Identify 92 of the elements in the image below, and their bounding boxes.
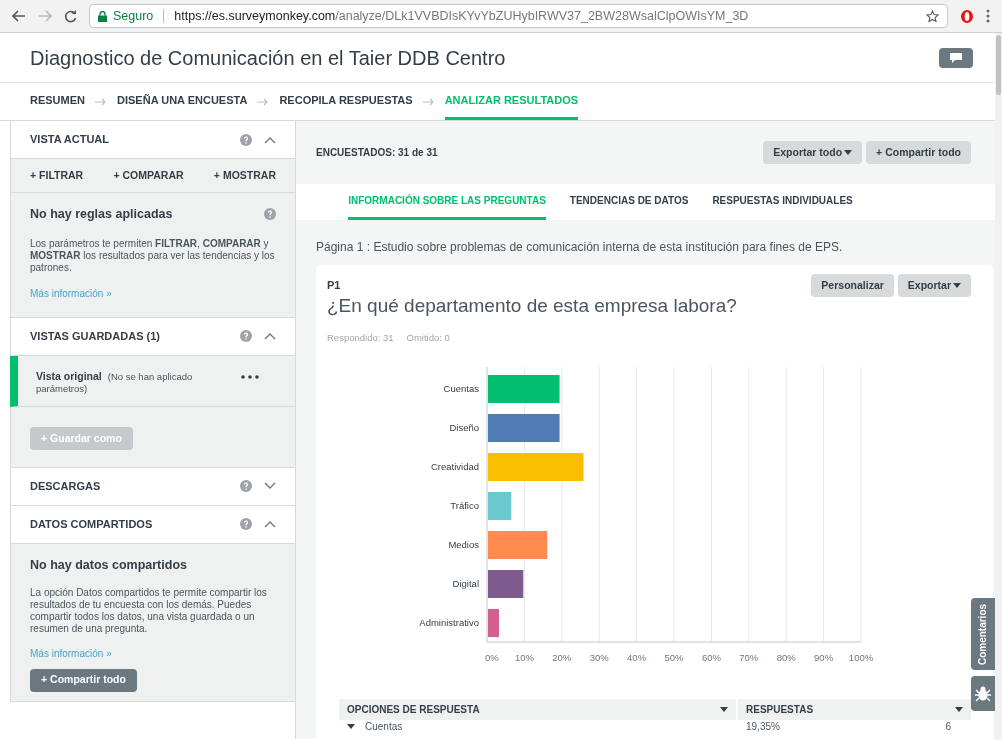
description-text: La opción Datos compartidos te permite compartir los resultados de tu encuesta con los demás. Puedes compartir todos los datos, una vista guardada o un resumen de una pregunta.	[30, 586, 268, 635]
arrow-icon	[422, 97, 435, 106]
bar[interactable]	[488, 374, 560, 403]
share-all-button[interactable]: + Compartir todo	[30, 668, 137, 692]
tick-label: 100%	[848, 651, 874, 663]
answered-count: Respondido: 31	[327, 330, 394, 345]
collapse-icon[interactable]	[264, 520, 276, 529]
bug-report-button[interactable]	[971, 676, 995, 711]
bar[interactable]	[488, 413, 560, 442]
tick-label: 40%	[627, 651, 647, 663]
arrow-icon	[257, 97, 270, 106]
sort-caret-icon[interactable]	[720, 706, 728, 712]
view-label: Vista original (No se han aplicado parámetros)	[36, 369, 194, 395]
tick-label: 10%	[514, 651, 534, 663]
reload-icon[interactable]	[64, 9, 77, 23]
tick-label: 60%	[701, 651, 721, 663]
page-title: Página 1 : Estudio sobre problemas de comunicación interna de esta institución para fines de EPS.	[315, 239, 844, 256]
collapse-icon[interactable]	[264, 332, 276, 341]
saved-view-item[interactable]: Vista original (No se han aplicado parámetros)	[10, 355, 295, 407]
help-icon[interactable]	[240, 330, 252, 343]
table-cell-text: 6	[945, 720, 952, 735]
step-tab[interactable]: RESUMEN	[30, 83, 85, 120]
action-link[interactable]: + FILTRAR	[30, 167, 84, 184]
export-button[interactable]: Exportar	[897, 274, 971, 297]
step-tab[interactable]: RECOPILA RESPUESTAS	[279, 83, 413, 120]
table-cell-text: Cuentas	[365, 720, 403, 735]
bug-icon	[974, 685, 992, 702]
help-icon[interactable]	[264, 208, 276, 221]
skipped-count: Omitido: 0	[406, 330, 450, 345]
tick-label: 30%	[589, 651, 609, 663]
share-all-button[interactable]: + Compartir todo	[866, 141, 971, 164]
collapse-caret-icon[interactable]	[347, 722, 355, 731]
customize-button[interactable]: Personalizar	[811, 274, 894, 297]
action-link[interactable]: + MOSTRAR	[213, 167, 276, 184]
column-header[interactable]: RESPUESTAS	[738, 698, 971, 720]
help-icon[interactable]	[240, 480, 252, 493]
description-text: Los parámetros te permiten FILTRAR, COMPARAR y MOSTRAR los resultados para ver las tendencias y los patrones.	[30, 237, 276, 274]
tick-label: 0%	[485, 651, 499, 663]
help-icon[interactable]	[240, 518, 252, 531]
scrollbar-thumb[interactable]	[996, 35, 1001, 95]
caret-icon	[953, 283, 961, 288]
sort-caret-icon[interactable]	[955, 706, 963, 712]
section-title: DATOS COMPARTIDOS	[30, 517, 154, 532]
secure-label: Seguro	[113, 7, 154, 25]
tick-label: 90%	[814, 651, 834, 663]
caret-icon	[844, 150, 853, 155]
bar[interactable]	[488, 608, 499, 637]
category-label: Administrativo	[419, 616, 479, 628]
more-icon[interactable]	[986, 9, 990, 23]
url-host: https://es.surveymonkey.com	[174, 7, 336, 25]
step-tab[interactable]: DISEÑA UNA ENCUESTA	[117, 83, 248, 120]
category-label: Digital	[452, 577, 479, 589]
category-label: Tráfico	[450, 499, 479, 511]
help-icon[interactable]	[240, 133, 252, 146]
empty-state-title: No hay datos compartidos	[30, 556, 188, 574]
respondent-count: ENCUESTADOS: 31 de 31	[316, 146, 439, 160]
tick-label: 70%	[739, 651, 759, 663]
survey-title: Diagnostico de Comunicación en el Taier DDB Centro	[30, 45, 506, 71]
export-all-button[interactable]: Exportar todo	[763, 141, 863, 164]
collapse-icon[interactable]	[264, 135, 276, 144]
category-label: Creatividad	[430, 460, 479, 472]
empty-state-title: No hay reglas aplicadas	[30, 206, 173, 223]
opera-icon[interactable]	[960, 8, 974, 24]
star-icon[interactable]	[926, 9, 939, 23]
question-title: ¿En qué departamento de esta empresa labora?	[327, 294, 738, 318]
category-label: Diseño	[449, 421, 479, 433]
expand-icon[interactable]	[264, 482, 276, 491]
bar[interactable]	[488, 569, 524, 598]
url-path: /analyze/DLk1VVBDIsKYvYbZUHybIRWV37_2BW28WsalClpOWIsYM_3D	[335, 7, 749, 25]
back-icon[interactable]	[12, 10, 26, 22]
bar[interactable]	[488, 530, 548, 559]
category-label: Medios	[448, 538, 479, 550]
tick-label: 80%	[776, 651, 796, 663]
speech-bubble-icon	[949, 51, 963, 64]
section-title: VISTA ACTUAL	[30, 132, 111, 148]
tick-label: 50%	[664, 651, 684, 663]
column-header[interactable]: OPCIONES DE RESPUESTA	[339, 698, 736, 720]
results-tab[interactable]: TENDENCIAS DE DATOS	[569, 184, 689, 220]
section-title: DESCARGAS	[30, 479, 102, 494]
results-tab[interactable]: RESPUESTAS INDIVIDUALES	[712, 184, 853, 220]
lock-icon	[98, 10, 107, 22]
arrow-icon	[95, 97, 107, 106]
question-number: P1	[327, 278, 342, 294]
comment-button[interactable]	[939, 47, 973, 68]
tick-label: 20%	[552, 651, 572, 663]
action-link[interactable]: + COMPARAR	[113, 167, 184, 184]
category-label: Cuentas	[443, 382, 479, 394]
comments-tab[interactable]: Comentarios	[971, 598, 995, 670]
more-options-icon[interactable]	[241, 374, 259, 379]
section-title: VISTAS GUARDADAS (1)	[30, 329, 161, 344]
table-cell-text: 19,35%	[745, 720, 781, 735]
address-bar[interactable]: Seguro https://es.surveymonkey.com/analyze/DLk1VVBDIsKYvYbZUHybIRWV37_2BW28WsalClpOWIsYM_3D	[89, 4, 948, 28]
